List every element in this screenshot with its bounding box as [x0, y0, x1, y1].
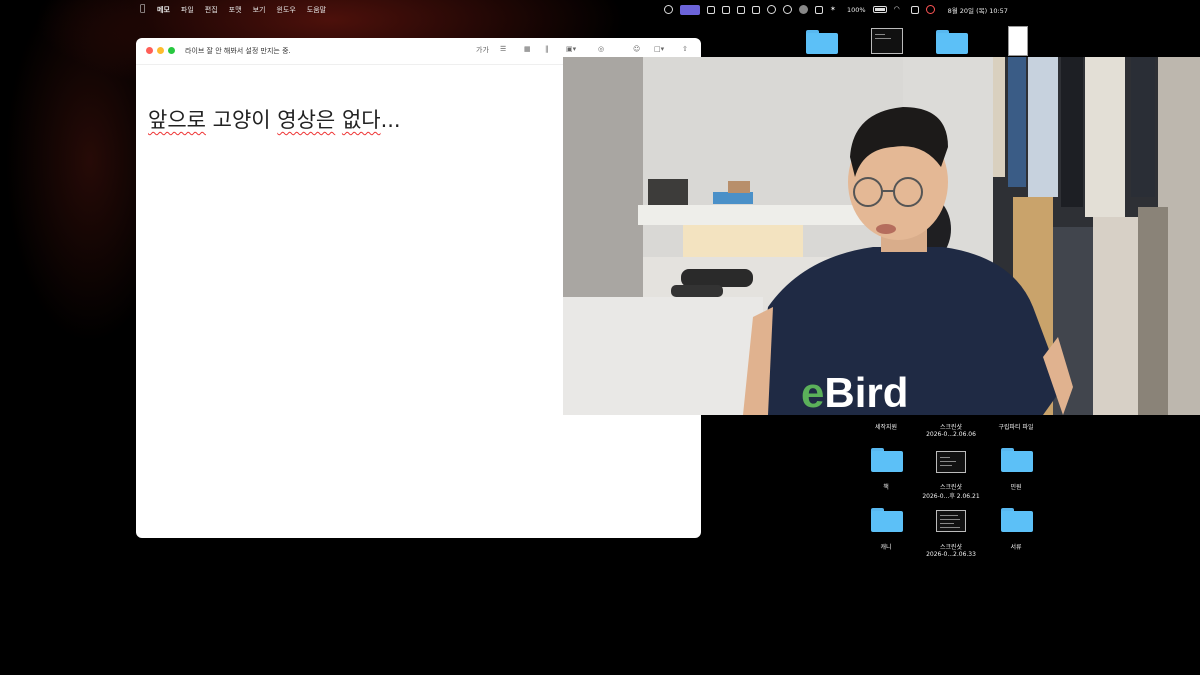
desktop-label-8b: 2026-0...2.06.33 [926, 551, 976, 558]
desktop-label-7: 캐니 [880, 544, 892, 551]
menu-bar:  메모 파일 편집 포맷 보기 윈도우 도움말 ✶ 100% ◠ 8월 20일… [0, 0, 1200, 19]
desktop-label-2b: 2026-0...2.06.06 [926, 431, 976, 438]
desktop-label-5: 스크린샷 [939, 484, 963, 491]
note-text-2: 고양이 [205, 108, 278, 132]
desktop-screenshot-1[interactable] [871, 28, 903, 54]
status-area: ✶ 100% ◠ 8월 20일 (목) 10:57 [664, 3, 1008, 16]
menu-app-notes[interactable]: 메모 [157, 5, 170, 15]
menu-clock[interactable]: 8월 20일 (목) 10:57 [948, 5, 1008, 15]
menu-window[interactable]: 윈도우 [276, 5, 295, 15]
screen-share-icon[interactable] [680, 4, 700, 15]
close-button[interactable] [146, 47, 153, 54]
siri-icon[interactable] [925, 5, 935, 14]
note-text-1: 앞으로 [148, 108, 206, 132]
minimize-button[interactable] [157, 47, 164, 54]
table-icon[interactable]: ▦ [524, 45, 531, 53]
menu-file[interactable]: 파일 [181, 5, 194, 15]
apple-icon[interactable]:  [140, 4, 145, 14]
desktop-folder-book[interactable] [871, 448, 903, 472]
screen-record-icon[interactable] [664, 5, 673, 14]
desktop-label-8: 스크린샷 [939, 544, 963, 551]
menu-view[interactable]: 보기 [253, 5, 266, 15]
share-icon[interactable]: ⇧ [682, 45, 688, 53]
messenger-icon[interactable] [737, 5, 745, 14]
webcam-scene: eBird [563, 57, 1200, 415]
cloud-icon[interactable] [707, 5, 715, 14]
desktop-screenshot-3[interactable] [936, 510, 966, 532]
battery-percent: 100% [847, 5, 866, 14]
battery-icon[interactable] [872, 6, 887, 13]
menu-help[interactable]: 도움말 [307, 5, 326, 15]
markup-icon[interactable]: ◎ [598, 45, 604, 53]
app-menus: 메모 파일 편집 포맷 보기 윈도우 도움말 [157, 5, 326, 15]
media-icon[interactable]: ▣▾ [566, 45, 576, 53]
desktop-folder-kenny[interactable] [871, 508, 903, 532]
notion-icon[interactable] [722, 5, 730, 14]
desktop-label-5b: 2026-0...후 2.06.21 [922, 493, 980, 500]
shirt-logo-text: eBird [801, 369, 908, 415]
compass-icon[interactable] [767, 5, 776, 14]
desktop-folder-2[interactable] [936, 30, 968, 54]
note-text-4 [335, 108, 342, 132]
menu-format[interactable]: 포맷 [229, 5, 242, 15]
lock-icon[interactable]: □▾ [654, 45, 664, 53]
checklist-icon[interactable]: ☰ [500, 45, 506, 53]
desktop-folder-docs[interactable] [1001, 508, 1033, 532]
desktop-label-1: 세작지원 [874, 424, 898, 431]
user-icon[interactable] [799, 5, 808, 14]
webcam-overlay: eBird [563, 57, 1200, 415]
desktop-screenshot-2[interactable] [936, 451, 966, 473]
note-text-3: 영상은 [277, 108, 336, 132]
desktop-label-6: 민원 [1010, 484, 1022, 491]
dark-mode-icon[interactable] [783, 5, 792, 14]
desktop-label-3: 구립파티 파일 [998, 424, 1034, 431]
bluetooth-icon[interactable]: ✶ [830, 5, 840, 15]
zoom-button[interactable] [168, 47, 175, 54]
share-people-icon[interactable]: ☺ [633, 45, 640, 53]
control-center-icon[interactable] [910, 5, 919, 14]
desktop-label-2: 스크린샷 [939, 424, 963, 431]
note-title: 라이브 잘 안 해봐서 설정 만지는 중. [185, 47, 291, 55]
shirt-logo-e: e [801, 369, 824, 415]
note-text-5: 없다 [341, 108, 381, 132]
desktop-label-9: 서류 [1010, 544, 1022, 551]
desktop-label-4: 책 [883, 484, 889, 491]
desktop-folder-1[interactable] [806, 30, 838, 54]
note-text-6: ... [380, 108, 401, 132]
format-button[interactable]: 가가 [476, 45, 489, 55]
input-source-icon[interactable] [815, 5, 823, 14]
wifi-icon[interactable]: ◠ [894, 5, 904, 15]
menu-edit[interactable]: 편집 [205, 5, 218, 15]
window-icon[interactable] [752, 5, 760, 14]
desktop-folder-complaint[interactable] [1001, 448, 1033, 472]
desktop-document-icon[interactable] [1008, 26, 1028, 56]
audio-icon[interactable]: ‖ [545, 45, 549, 53]
note-body[interactable]: 앞으로 고양이 영상은 없다... [148, 104, 401, 134]
shirt-logo-bird: Bird [824, 369, 908, 415]
